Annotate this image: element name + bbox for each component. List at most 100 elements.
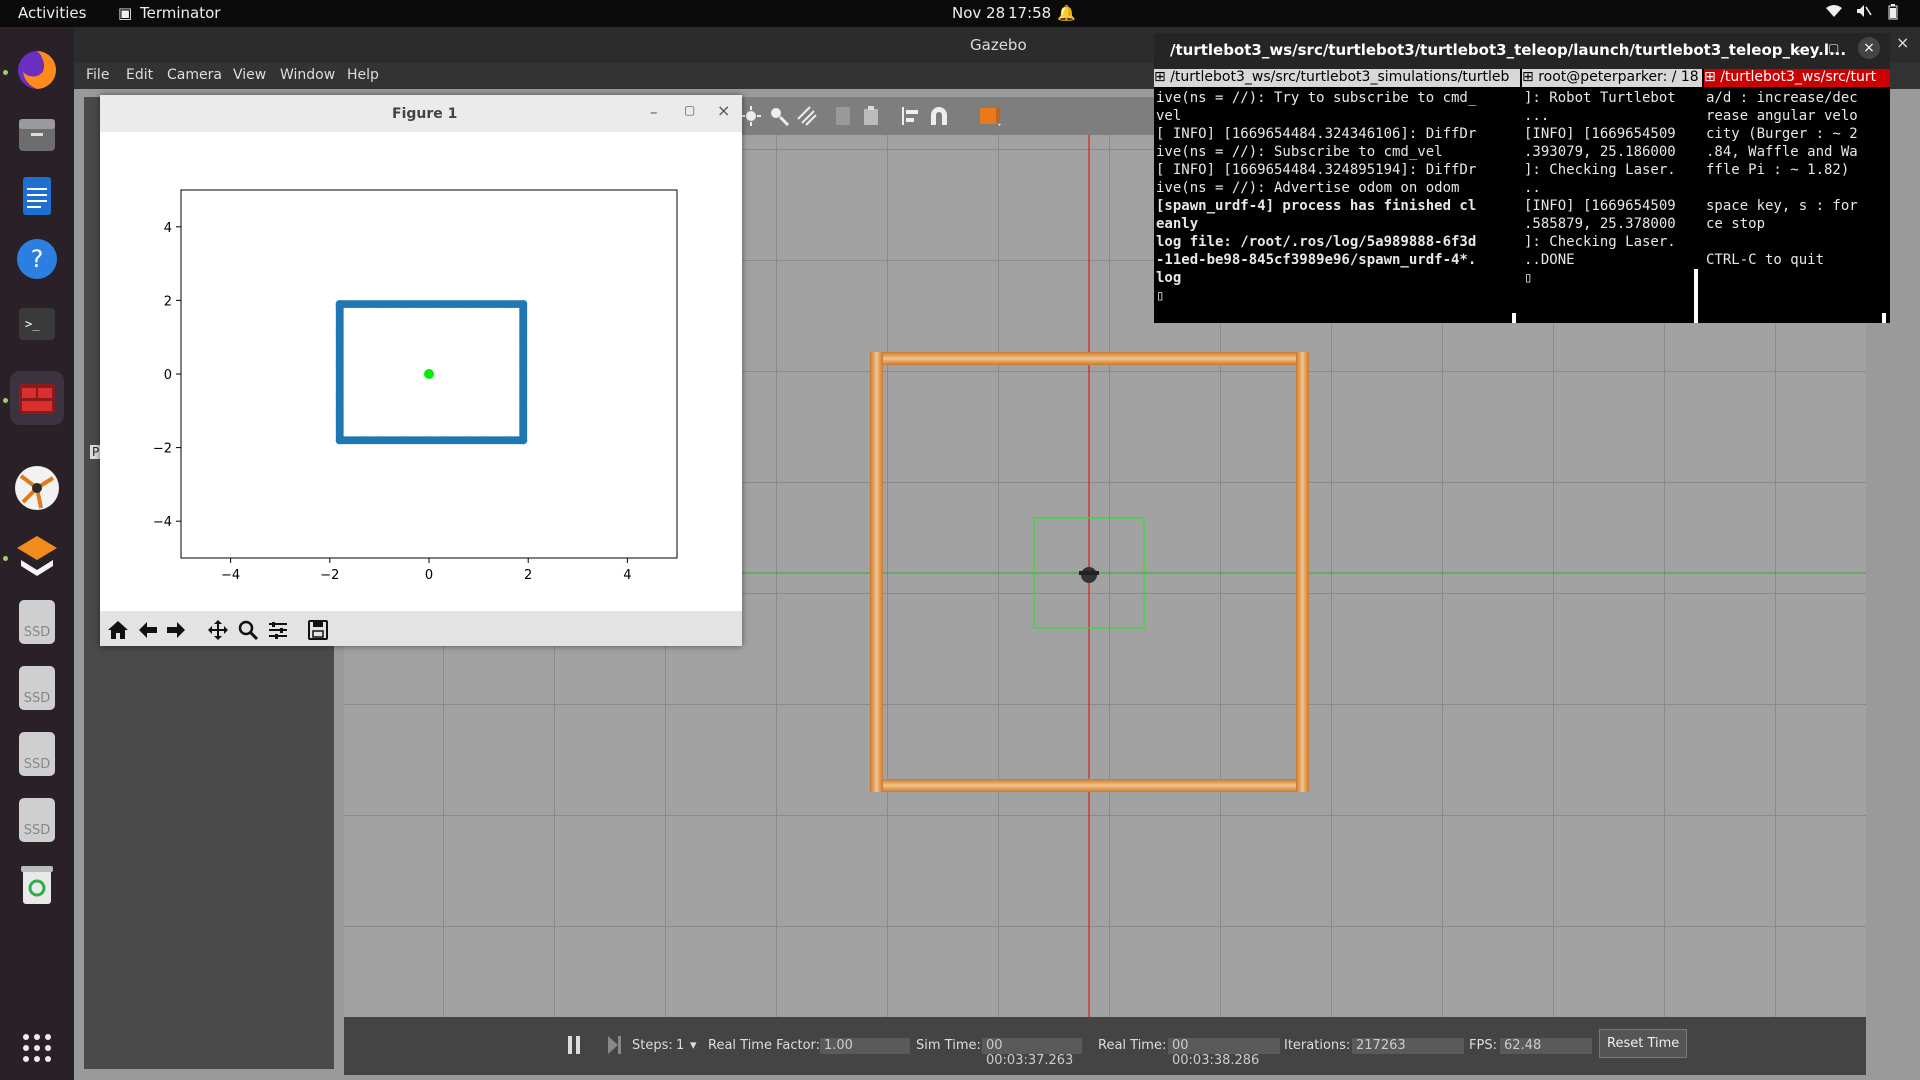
x-tick-label: 2 [524,568,532,583]
terminal-line: [spawn_urdf-4] process has finished cl [1156,198,1477,214]
help-icon[interactable]: ? [10,232,64,286]
terminal-line: [INFO] [1669654509 [1524,198,1676,214]
close-icon[interactable]: × [717,101,730,120]
terminal-line: rease angular velo [1706,108,1858,124]
point-light-icon[interactable] [740,105,762,131]
back-arrow-icon[interactable] [136,618,160,642]
active-app-label[interactable]: Terminator [140,4,220,22]
menu-window[interactable]: Window [280,67,335,83]
ssd-drive-icon-3[interactable]: SSD [10,727,64,781]
volume-muted-icon[interactable] [1856,4,1872,22]
firefox-icon[interactable] [10,43,64,97]
pane-1-scrollbar[interactable] [1512,313,1516,323]
terminal-line: ]: Checking Laser. [1524,162,1676,178]
close-icon[interactable]: × [1858,37,1880,59]
clock-date[interactable]: Nov 28 [952,4,1005,22]
minimize-icon[interactable]: – [1794,41,1802,59]
copy-icon[interactable] [834,105,854,131]
iterations-value: 217263 [1352,1038,1464,1054]
wall-left[interactable] [870,352,883,792]
files-icon[interactable] [10,108,64,162]
ssd-drive-icon-1[interactable]: SSD [10,595,64,649]
maximize-icon[interactable]: ▢ [1828,41,1839,55]
menu-file[interactable]: File [86,67,109,83]
terminator-window[interactable]: /turtlebot3_ws/src/turtlebot3/turtlebot3… [1154,33,1890,323]
x-tick-label: −2 [320,568,339,583]
show-apps-icon[interactable] [10,1021,64,1075]
gazebo-close-icon[interactable]: × [1896,33,1909,52]
clock-time[interactable]: 17:58 [1008,4,1051,22]
zoom-icon[interactable] [236,618,260,642]
terminal-icon[interactable]: >_ [10,297,64,351]
maximize-icon[interactable]: ▢ [684,103,695,117]
battery-icon[interactable] [1888,4,1898,24]
terminal-line: ..DONE [1524,252,1575,268]
spot-light-icon[interactable] [768,105,790,131]
figure-title: Figure 1 [392,106,458,122]
figure-window[interactable]: Figure 1 – ▢ × −4 −2 0 2 4 4 2 0 −2 −4 [100,95,742,646]
wall-right[interactable] [1296,352,1309,792]
ssd-drive-icon-4[interactable]: SSD [10,793,64,847]
steps-dropdown-icon[interactable]: ▾ [690,1038,697,1053]
rviz-icon[interactable] [10,461,64,515]
wall-top[interactable] [870,352,1309,365]
pane-2-output[interactable]: ]: Robot Turtlebot... [INFO] [1669654509.… [1524,89,1676,287]
terminator-icon[interactable] [10,371,64,425]
gazebo-bottom-bar: Steps: 1 ▾ Real Time Factor: 1.00 Sim Ti… [344,1017,1866,1075]
pane-1-header[interactable]: ⊞ /turtlebot3_ws/src/turtlebot3_simulati… [1154,69,1520,87]
terminal-pane-2[interactable]: ⊞ root@peterparker: / 18 ]: Robot Turtle… [1522,69,1702,323]
real-time-value: 00 00:03:38.286 [1168,1038,1280,1068]
wall-bottom[interactable] [870,779,1309,792]
directional-light-icon[interactable] [796,105,818,131]
dock: ? >_ SSD SSD SSD SSD [0,27,74,1080]
minimize-icon[interactable]: – [650,103,658,121]
steps-value[interactable]: 1 [676,1038,684,1053]
pane-3-header[interactable]: ⊞ /turtlebot3_ws/src/turt [1704,69,1890,87]
terminal-line: city (Burger : ~ 2 [1706,126,1858,142]
forward-arrow-icon[interactable] [164,618,188,642]
pause-icon[interactable] [566,1035,582,1059]
libreoffice-writer-icon[interactable] [10,169,64,223]
pane-2-scrollbar[interactable] [1694,269,1698,323]
ssd-drive-icon-2[interactable]: SSD [10,661,64,715]
terminator-titlebar[interactable]: /turtlebot3_ws/src/turtlebot3/turtlebot3… [1154,33,1890,69]
reset-time-button[interactable]: Reset Time [1599,1029,1688,1058]
running-indicator [3,556,8,561]
change-view-icon[interactable] [978,104,1004,132]
terminal-line: log [1156,270,1182,286]
terminal-pane-3[interactable]: ⊞ /turtlebot3_ws/src/turt a/d : increase… [1704,69,1890,323]
menu-camera[interactable]: Camera [167,67,222,83]
menu-view[interactable]: View [233,67,266,83]
sim-time-label: Sim Time: [916,1038,981,1053]
pan-icon[interactable] [206,618,230,642]
home-icon[interactable] [106,618,130,642]
running-indicator [3,70,8,75]
scatter-plot[interactable]: −4 −2 0 2 4 4 2 0 −2 −4 [100,132,742,611]
figure-titlebar[interactable]: Figure 1 – ▢ × [100,95,742,132]
pane-3-scrollbar[interactable] [1882,313,1886,323]
snap-magnet-icon[interactable] [928,105,950,131]
terminal-line: ... [1524,108,1550,124]
gazebo-icon[interactable] [10,529,64,583]
y-tick-label: 0 [164,368,172,383]
x-tick-label: −4 [221,568,240,583]
activities-button[interactable]: Activities [18,4,86,22]
pane-2-title: root@peterparker: / 18 [1538,69,1699,85]
real-time-label: Real Time: [1098,1038,1167,1053]
y-tick-label: 4 [164,221,172,236]
trash-icon[interactable] [10,857,64,911]
pane-3-output[interactable]: a/d : increase/dec rease angular velo city… [1706,89,1858,269]
wifi-icon[interactable] [1826,4,1842,22]
terminal-pane-1[interactable]: ⊞ /turtlebot3_ws/src/turtlebot3_simulati… [1154,69,1520,323]
save-icon[interactable] [306,618,330,642]
paste-icon[interactable] [862,105,882,131]
pane-2-header[interactable]: ⊞ root@peterparker: / 18 [1522,69,1702,87]
align-icon[interactable] [900,105,922,131]
step-icon[interactable] [606,1035,622,1059]
terminal-line: space key, s : for [1706,198,1858,214]
menu-edit[interactable]: Edit [126,67,153,83]
sim-time-value: 00 00:03:37.263 [982,1038,1082,1068]
pane-1-output[interactable]: ive(ns = //): Try to subscribe to cmd_ ve… [1156,89,1476,305]
menu-help[interactable]: Help [347,67,379,83]
configure-subplots-icon[interactable] [266,618,290,642]
